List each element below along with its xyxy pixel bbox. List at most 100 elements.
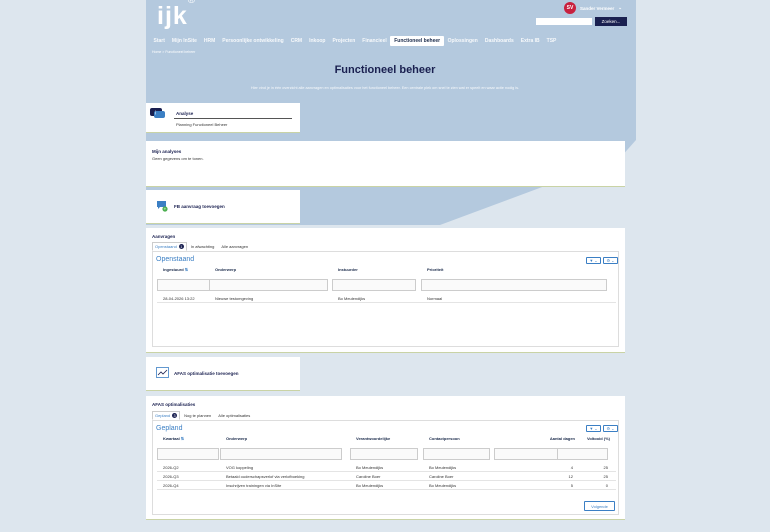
tab-openstaand[interactable]: Openstaand 1 — [152, 242, 187, 251]
column-filter-prioriteit[interactable] — [421, 279, 607, 291]
optimalisaties-panel: AFAS optimalisaties Gepland 3 Nog te plann… — [146, 396, 625, 520]
tab-alle-optimalisaties[interactable]: Alle optimalisaties — [215, 411, 253, 420]
nav-item-projecten[interactable]: Projecten — [329, 38, 359, 44]
nav-item-dashboards[interactable]: Dashboards — [481, 38, 517, 44]
svg-text:+: + — [164, 207, 167, 212]
chat-icon: i — [150, 108, 165, 118]
column-header-label: Onderwerp — [226, 436, 248, 441]
aanvragen-title: Aanvragen — [152, 234, 176, 239]
fb-add-label: FB aanvraag toevoegen — [174, 204, 225, 209]
chevron-down-icon: ⌄ — [611, 258, 615, 263]
column-header-onderwerp[interactable]: Onderwerp — [215, 267, 236, 272]
settings-button[interactable]: ⚙ ⌄ — [603, 257, 618, 264]
column-filter-voltooid[interactable] — [557, 448, 608, 460]
document-chart-icon — [156, 367, 169, 378]
column-filter-ingestuurd[interactable] — [157, 279, 211, 291]
column-header-label: Voltooid (%) — [586, 436, 610, 441]
analyse-link[interactable]: Planning Functioneel Beheer — [176, 122, 227, 127]
nav-item-financieel[interactable]: Financieel — [359, 38, 390, 44]
nav-item-hrm[interactable]: HRM — [200, 38, 218, 44]
chevron-down-icon: ⌄ — [594, 426, 598, 431]
column-filter-kwartaal[interactable] — [157, 448, 219, 460]
user-menu[interactable]: SV Sander Vermeer ⌄ — [564, 2, 622, 14]
table-row[interactable] — [157, 480, 616, 481]
nav-item-oplossingen[interactable]: Oplossingen — [444, 38, 481, 44]
avatar[interactable]: SV — [564, 2, 576, 14]
next-page-button[interactable]: Volgende — [584, 501, 615, 511]
search-input[interactable] — [536, 18, 592, 25]
table-cell: Bo Meulendijks — [429, 483, 457, 488]
nav-item-persoonlijke-ontwikkeling[interactable]: Persoonlijke ontwikkeling — [219, 38, 287, 44]
sort-icon: ⇅ — [183, 267, 189, 272]
table-cell: 0 — [605, 483, 608, 488]
column-filter-verantwoordelijke[interactable] — [350, 448, 418, 460]
column-header-verantwoordelijke[interactable]: Verantwoordelijke — [356, 436, 390, 441]
column-header-prioriteit[interactable]: Prioriteit — [427, 267, 443, 272]
table-cell: Bo Meulendijks — [356, 483, 384, 488]
table-cell: Nieuwe testomgeving — [215, 296, 254, 301]
view-title: Openstaand — [156, 256, 195, 263]
search-button[interactable]: Zoeken... — [595, 17, 627, 26]
user-name[interactable]: Sander Vermeer — [580, 6, 614, 11]
table-cell: Normaal — [427, 296, 443, 301]
column-header-voltooid[interactable]: Voltooid (%) — [563, 436, 610, 441]
mijn-analyses-title: Mijn analyses — [152, 149, 182, 154]
column-filter-onderwerp[interactable] — [220, 448, 342, 460]
nav-item-mijn-insite[interactable]: Mijn InSite — [168, 38, 200, 44]
tab-alle-aanvragen[interactable]: Alle aanvragen — [218, 242, 251, 251]
page-title: Functioneel beheer — [334, 64, 436, 76]
sort-icon: ⇅ — [179, 436, 185, 441]
column-header-instuurder[interactable]: Instuurder — [338, 267, 358, 272]
column-header-label: Contactpersoon — [429, 436, 460, 441]
column-header-label: Onderwerp — [215, 267, 237, 272]
column-header-kwartaal[interactable]: Kwartaal ⇅ — [163, 436, 184, 441]
column-header-ingestuurd[interactable]: Ingestuurd ⇅ — [163, 267, 188, 272]
tab-label: Alle optimalisaties — [218, 413, 251, 418]
afas-add-button[interactable]: AFAS optimalisatie toevoegen — [146, 357, 300, 391]
table-cell: Caroline Boer — [429, 474, 454, 479]
fb-add-button[interactable]: + FB aanvraag toevoegen — [146, 190, 300, 224]
table-cell: Bo Meulendijks — [338, 296, 366, 301]
optimalisaties-tabs: Gepland 3 Nog te plannen Alle optimalisatie… — [152, 411, 253, 420]
nav-item-tsp[interactable]: TSP — [543, 38, 560, 44]
brand-logo[interactable]: ijk® — [157, 0, 196, 31]
breadcrumb[interactable]: Home > Functioneel beheer — [152, 50, 195, 54]
table-cell: Inschrijven trainingen via InSite — [226, 483, 282, 488]
column-header-label: Ingestuurd — [163, 267, 184, 272]
tab-nog-te-plannen[interactable]: Nog te plannen — [181, 411, 214, 420]
table-cell: 25 — [603, 474, 608, 479]
column-filter-contactpersoon[interactable] — [423, 448, 490, 460]
column-header-label: Verantwoordelijke — [356, 436, 391, 441]
gear-icon: ⚙ — [606, 258, 611, 263]
nav-item-extra-ib[interactable]: Extra IB — [517, 38, 543, 44]
settings-button[interactable]: ⚙ ⌄ — [603, 425, 618, 432]
column-filter-instuurder[interactable] — [332, 279, 416, 291]
table-row[interactable] — [157, 489, 616, 490]
table-row[interactable] — [157, 471, 616, 472]
column-header-onderwerp[interactable]: Onderwerp — [226, 436, 247, 441]
optimalisaties-title: AFAS optimalisaties — [152, 402, 196, 407]
analyse-card[interactable]: i Analyse Planning Functioneel Beheer — [146, 103, 300, 133]
table-cell: 28-04-2026 13:22 — [163, 296, 195, 301]
nav-item-crm[interactable]: CRM — [287, 38, 305, 44]
tab-label: Gepland — [155, 413, 171, 418]
filter-icon: ▼ — [589, 426, 594, 431]
tab-label: Nog te plannen — [184, 413, 212, 418]
filter-button[interactable]: ▼ ⌄ — [586, 257, 601, 264]
nav-item-start[interactable]: Start — [150, 38, 168, 44]
chevron-down-icon: ⌄ — [611, 426, 615, 431]
column-header-contactpersoon[interactable]: Contactpersoon — [429, 436, 460, 441]
tab-gepland[interactable]: Gepland 3 — [152, 411, 181, 420]
afas-add-label: AFAS optimalisatie toevoegen — [174, 371, 239, 376]
column-filter-onderwerp[interactable] — [209, 279, 328, 291]
table-row[interactable] — [157, 302, 616, 303]
page-subtitle: Hier vind je in één overzicht alle aanvr… — [250, 86, 520, 90]
tab-in-afwachting[interactable]: In afwachting — [188, 242, 218, 251]
table-cell: Betaald ouderschapsverlof via verlofboek… — [226, 474, 305, 479]
tab-label: Openstaand — [155, 244, 177, 249]
chevron-down-icon[interactable]: ⌄ — [618, 5, 622, 11]
nav-item-inkoop[interactable]: Inkoop — [306, 38, 329, 44]
nav-item-functioneel-beheer[interactable]: Functioneel beheer — [390, 36, 445, 46]
empty-text: Geen gegevens om te tonen. — [152, 156, 204, 161]
filter-button[interactable]: ▼ ⌄ — [586, 425, 601, 432]
